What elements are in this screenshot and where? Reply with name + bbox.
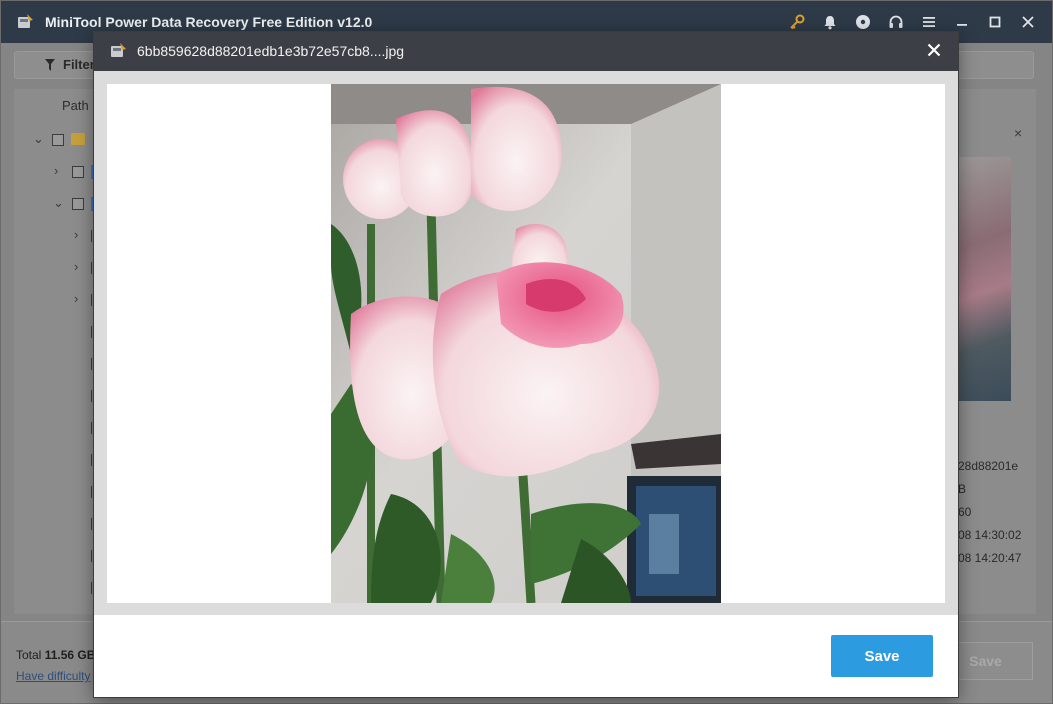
- dialog-header: 6bb859628d88201edb1e3b72e57cb8....jpg: [94, 32, 958, 71]
- app-logo-icon: [111, 43, 126, 57]
- tree-row[interactable]: ›: [14, 258, 96, 278]
- total-label: Total: [16, 648, 45, 662]
- bell-icon[interactable]: [820, 12, 840, 32]
- preview-photo: [331, 84, 721, 603]
- filter-button[interactable]: Filter: [15, 52, 105, 78]
- maximize-icon[interactable]: [985, 12, 1005, 32]
- file-size-value: B: [958, 482, 967, 496]
- chevron-right-icon[interactable]: ›: [74, 291, 78, 306]
- checkbox[interactable]: [72, 166, 84, 178]
- preview-dialog: 6bb859628d88201edb1e3b72e57cb8....jpg Sa…: [94, 32, 958, 697]
- menu-icon[interactable]: [919, 12, 939, 32]
- save-button[interactable]: Save: [831, 635, 933, 677]
- tree-row[interactable]: [14, 514, 96, 534]
- modified-date-value: 08 14:20:47: [958, 551, 1022, 565]
- preview-frame: [94, 71, 958, 615]
- tree-row[interactable]: ›: [14, 226, 96, 246]
- tree-row[interactable]: [14, 546, 96, 566]
- dialog-title: 6bb859628d88201edb1e3b72e57cb8....jpg: [137, 43, 405, 59]
- tree-row[interactable]: ›: [14, 290, 96, 310]
- help-link[interactable]: Have difficulty: [16, 669, 90, 683]
- chevron-down-icon[interactable]: ⌄: [33, 131, 44, 147]
- tree-row[interactable]: [14, 322, 96, 342]
- close-icon: [927, 43, 941, 57]
- close-icon[interactable]: ×: [1014, 125, 1022, 141]
- preview-side-pane: × 28d88201e B 60 08 14:30:02 08 14:20:47: [958, 89, 1036, 614]
- tree-row[interactable]: [14, 418, 96, 438]
- total-size-text: Total 11.56 GB: [16, 648, 95, 662]
- close-button[interactable]: [922, 39, 946, 63]
- app-title: MiniTool Power Data Recovery Free Editio…: [45, 14, 373, 30]
- preview-canvas: [107, 84, 945, 603]
- checkbox[interactable]: [52, 134, 64, 146]
- tree-row[interactable]: ⌄: [14, 194, 96, 214]
- created-date-value: 08 14:30:02: [958, 528, 1022, 542]
- title-bar-controls: [787, 12, 1038, 32]
- thumbnail-image: [958, 157, 1011, 401]
- tree-row[interactable]: [14, 482, 96, 502]
- chevron-right-icon[interactable]: ›: [74, 227, 78, 242]
- app-logo-icon: [18, 14, 33, 28]
- headset-icon[interactable]: [886, 12, 906, 32]
- file-name-value: 28d88201e: [958, 459, 1019, 473]
- key-icon[interactable]: [787, 12, 807, 32]
- total-value: 11.56 GB: [44, 648, 96, 662]
- close-icon[interactable]: [1018, 12, 1038, 32]
- tree-row[interactable]: [14, 578, 96, 598]
- minimize-icon[interactable]: [952, 12, 972, 32]
- file-tree-pane: Path ⌄ › ⌄ › › ›: [14, 89, 96, 614]
- tree-row[interactable]: ›: [14, 162, 96, 182]
- chevron-right-icon[interactable]: ›: [54, 163, 58, 178]
- chevron-right-icon[interactable]: ›: [74, 259, 78, 274]
- filter-label: Filter: [63, 57, 95, 72]
- path-column-header[interactable]: Path: [62, 98, 89, 113]
- checkbox[interactable]: [72, 198, 84, 210]
- tree-row[interactable]: [14, 386, 96, 406]
- disc-icon[interactable]: [853, 12, 873, 32]
- chevron-down-icon[interactable]: ⌄: [53, 195, 64, 211]
- tree-row[interactable]: [14, 354, 96, 374]
- tree-row[interactable]: [14, 450, 96, 470]
- folder-icon: [71, 133, 85, 145]
- tree-row[interactable]: ⌄: [14, 130, 96, 150]
- dimension-value: 60: [958, 505, 972, 519]
- funnel-icon: [45, 59, 55, 71]
